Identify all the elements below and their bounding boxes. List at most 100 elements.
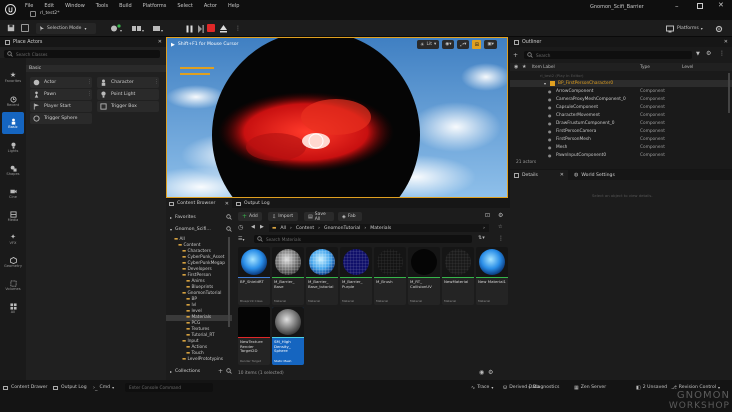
table-row[interactable]: ● PawnInputComponent0 Component bbox=[510, 152, 732, 159]
tab-world-settings[interactable]: ◍ World Settings bbox=[568, 170, 621, 180]
level-tab[interactable]: rl_test2* bbox=[40, 11, 60, 16]
settings-icon[interactable] bbox=[714, 24, 723, 33]
close-icon[interactable]: ✕ bbox=[718, 1, 724, 9]
close-icon[interactable]: ✕ bbox=[724, 39, 728, 45]
asset-tile[interactable]: M_Brush Material bbox=[374, 247, 406, 305]
drag-handle-icon[interactable]: ⋮ bbox=[87, 91, 92, 97]
stop-button[interactable] bbox=[207, 24, 215, 32]
project-header[interactable]: ▾ Gnomon_Scifi... bbox=[170, 225, 232, 233]
close-icon[interactable]: ✕ bbox=[560, 172, 564, 178]
asset-tile[interactable]: M_Barrier_ Purple Material bbox=[340, 247, 372, 305]
save-icon[interactable] bbox=[6, 23, 15, 33]
lock-icon[interactable]: ⊡ bbox=[485, 212, 490, 219]
history-icon[interactable]: ◷ bbox=[238, 224, 243, 231]
column-item-label[interactable]: Item Label bbox=[532, 65, 555, 70]
menu-file[interactable]: File bbox=[25, 3, 33, 9]
tab-content-browser[interactable]: Content Browser ✕ bbox=[166, 199, 232, 208]
filter-button[interactable]: ☰ ▾ bbox=[238, 235, 250, 243]
transform-button[interactable]: ⤢ ▾ bbox=[457, 40, 470, 49]
view-options-icon[interactable]: ◉ bbox=[479, 369, 484, 376]
menu-select[interactable]: Select bbox=[177, 3, 192, 9]
add-actor-icon[interactable]: ▾ bbox=[110, 24, 122, 33]
snap-toggle[interactable]: ⊞ bbox=[472, 40, 482, 49]
drag-handle-icon[interactable]: ⋮ bbox=[154, 79, 159, 85]
minimize-icon[interactable]: – bbox=[675, 2, 679, 10]
outliner-scrollbar[interactable] bbox=[728, 73, 730, 113]
content-drawer-button[interactable]: Content Drawer bbox=[3, 383, 47, 392]
category-media[interactable]: Media bbox=[0, 205, 26, 227]
visibility-icon[interactable]: ◉ bbox=[514, 64, 518, 70]
menu-window[interactable]: Window bbox=[65, 3, 85, 9]
settings-icon[interactable]: ⚙ bbox=[498, 212, 503, 219]
asset-tile[interactable]: M_Barrier_ Base_tutorial Material bbox=[306, 247, 338, 305]
favorites-header[interactable]: ▸ Favorites bbox=[170, 213, 232, 221]
category-all[interactable]: All bbox=[0, 297, 26, 319]
table-row[interactable]: ● DrawFrustumComponent_0 Component bbox=[510, 120, 732, 127]
category-volumes[interactable]: Volumes bbox=[0, 274, 26, 296]
add-icon[interactable]: + bbox=[218, 368, 223, 375]
table-row[interactable]: ● Mesh Component bbox=[510, 144, 732, 151]
console-command-input[interactable]: Enter Console Command bbox=[125, 383, 213, 392]
table-row[interactable]: ▾ BP_FirstPersonCharacter0 bbox=[510, 80, 732, 88]
menu-build[interactable]: Build bbox=[119, 3, 132, 9]
cmd-dropdown[interactable]: ›_ Cmd ▾ bbox=[93, 383, 114, 392]
tab-output-log[interactable]: Output Log bbox=[232, 199, 274, 208]
actor-item-player-start[interactable]: Player Start bbox=[30, 101, 92, 112]
collections-header[interactable]: ▸ Collections + bbox=[170, 367, 232, 375]
actor-item-trigger-sphere[interactable]: Trigger Sphere bbox=[30, 113, 92, 124]
asset-tile[interactable]: New Material1 Material bbox=[476, 247, 508, 305]
cinematics-icon[interactable]: ▾ bbox=[152, 24, 164, 33]
step-icon[interactable] bbox=[197, 24, 204, 33]
pause-icon[interactable] bbox=[185, 24, 193, 33]
content-icon[interactable] bbox=[21, 24, 29, 32]
menu-edit[interactable]: Edit bbox=[44, 3, 54, 9]
eject-icon[interactable] bbox=[219, 24, 227, 33]
asset-tile-selected[interactable]: SM_High Density_ Sphere Static Mesh bbox=[272, 307, 304, 365]
filter-icon[interactable]: ▼ bbox=[696, 51, 700, 57]
add-icon[interactable]: + bbox=[513, 51, 520, 59]
diagnostics-button[interactable]: ⚕ Diagnostics bbox=[528, 383, 559, 392]
tab-details[interactable]: Details ✕ bbox=[510, 170, 568, 180]
column-type[interactable]: Type bbox=[640, 65, 650, 70]
add-button[interactable]: + Add bbox=[238, 212, 262, 221]
viewport-menu-button[interactable]: ▶ Shift+F1 for Mouse Cursor bbox=[171, 41, 238, 48]
tree-scrollbar[interactable] bbox=[228, 237, 230, 327]
close-icon[interactable]: ✕ bbox=[225, 201, 229, 207]
actor-item-point-light[interactable]: Point Light bbox=[97, 89, 159, 100]
category-favorites[interactable]: ★ Favorites bbox=[0, 66, 26, 88]
platforms-button[interactable]: Platforms ▾ bbox=[666, 24, 703, 33]
search-icon[interactable] bbox=[226, 214, 232, 220]
actor-item-trigger-box[interactable]: Trigger Box bbox=[97, 101, 159, 112]
menu-help[interactable]: Help bbox=[228, 3, 239, 9]
table-row[interactable]: ● CharacterMovement Component bbox=[510, 112, 732, 119]
menu-platforms[interactable]: Platforms bbox=[143, 3, 167, 9]
actor-item-actor[interactable]: Actor bbox=[30, 77, 92, 88]
breadcrumb-item[interactable]: Content bbox=[296, 226, 314, 231]
show-button[interactable]: ◉ ▾ bbox=[442, 40, 455, 49]
column-level[interactable]: Level bbox=[682, 65, 693, 70]
camera-speed-button[interactable]: ▣ ▾ bbox=[484, 40, 497, 49]
asset-tile[interactable]: NewTexture Render Target2D Render Target bbox=[238, 307, 270, 365]
place-actors-tab[interactable]: Place Actors ✕ bbox=[0, 37, 166, 47]
asset-search-input[interactable]: Search Materials bbox=[254, 235, 472, 243]
table-row[interactable]: ● ArrowComponent Component bbox=[510, 88, 732, 95]
category-lights[interactable]: Lights bbox=[0, 136, 26, 158]
pin-icon[interactable]: ★ bbox=[522, 64, 526, 70]
search-icon[interactable] bbox=[226, 226, 232, 232]
breadcrumb-item[interactable]: Materials bbox=[370, 226, 391, 231]
search-icon[interactable] bbox=[226, 368, 232, 374]
blueprint-icon[interactable]: ▾ bbox=[131, 24, 145, 33]
category-cine[interactable]: Cine bbox=[0, 182, 26, 204]
category-recent[interactable]: Recent bbox=[0, 90, 26, 112]
save-all-button[interactable]: ▤ Save All bbox=[304, 212, 334, 222]
breadcrumb-item[interactable]: All bbox=[280, 226, 286, 231]
lit-mode-button[interactable]: ☀ Lit ▾ bbox=[417, 40, 440, 49]
breadcrumb-item[interactable]: GnomonTutorial bbox=[324, 226, 360, 231]
category-geometry[interactable]: Geometry bbox=[0, 251, 26, 273]
forward-icon[interactable]: ▶ bbox=[260, 224, 264, 230]
asset-tile[interactable]: BP_ShieldRT Blueprint Class bbox=[238, 247, 270, 305]
actor-item-character[interactable]: Character bbox=[97, 77, 159, 88]
close-icon[interactable]: ✕ bbox=[158, 39, 162, 45]
settings-icon[interactable]: ⚙ bbox=[488, 369, 493, 376]
output-log-button[interactable]: Output Log bbox=[53, 383, 87, 392]
